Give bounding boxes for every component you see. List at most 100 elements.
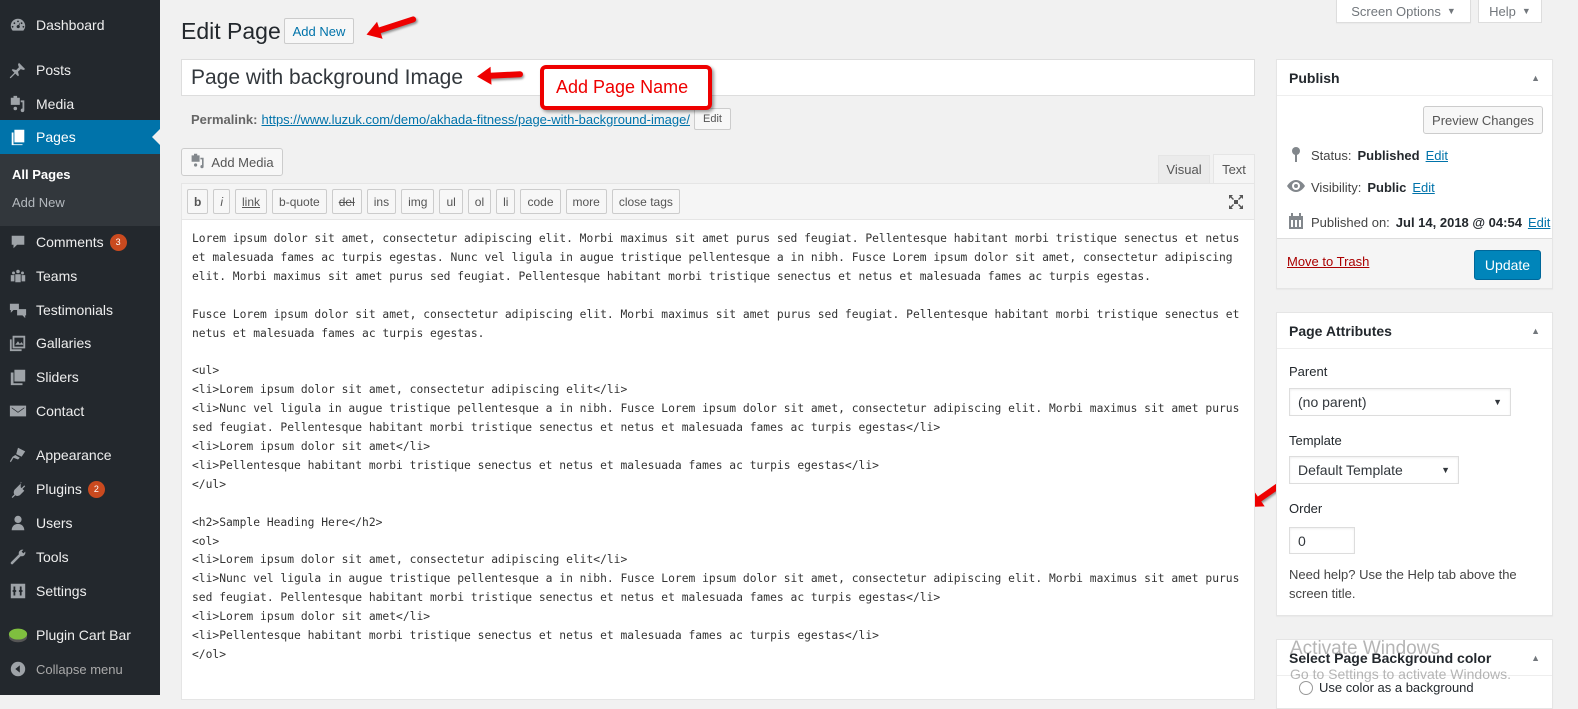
move-to-trash-link[interactable]: Move to Trash [1287,254,1369,269]
use-color-option[interactable]: Use color as a background [1299,680,1474,695]
publish-actions: Move to Trash Update [1277,238,1552,288]
menu-label: Comments [36,234,104,250]
edit-status-link[interactable]: Edit [1426,148,1448,163]
menu-comments[interactable]: Comments 3 [0,225,160,259]
qt-more-button[interactable]: more [565,189,607,214]
edit-date-link[interactable]: Edit [1528,215,1550,230]
groups-icon [8,266,28,286]
dashboard-icon [8,15,28,35]
qt-img-button[interactable]: img [401,189,435,214]
visibility-row: Visibility: Public Edit [1287,180,1435,195]
menu-label: Pages [36,129,76,145]
submenu-all-pages[interactable]: All Pages [12,167,71,182]
submenu-add-new[interactable]: Add New [12,195,65,210]
content-textarea[interactable]: Lorem ipsum dolor sit amet, consectetur … [181,220,1255,700]
annotation-callout: Add Page Name [540,65,712,110]
template-label: Template [1289,433,1342,448]
menu-label: Posts [36,62,72,78]
add-new-button[interactable]: Add New [284,18,354,44]
qt-ul-button[interactable]: ul [439,189,463,214]
gallery-icon [8,333,28,353]
qt-blockquote-button[interactable]: b-quote [272,189,327,214]
menu-sliders[interactable]: Sliders [0,360,160,394]
page-title: Edit Page [181,18,281,44]
radio-button[interactable] [1299,680,1313,695]
parent-select[interactable]: (no parent) ▼ [1289,388,1511,416]
collapse-toggle-icon[interactable]: ▲ [1531,326,1540,336]
menu-pages[interactable]: Pages [0,120,160,154]
menu-contact[interactable]: Contact [0,394,160,428]
post-title-input[interactable] [181,59,1255,96]
qt-code-button[interactable]: code [520,189,561,214]
wrench-icon [8,547,28,567]
preview-changes-button[interactable]: Preview Changes [1423,106,1543,134]
admin-sidebar: Dashboard Posts Media Pages All Pages Ad… [0,0,160,695]
qt-close-tags-button[interactable]: close tags [611,189,680,214]
menu-media[interactable]: Media [0,87,160,121]
qt-italic-button[interactable]: i [213,189,231,214]
page-attributes-box: Page Attributes ▲ Parent (no parent) ▼ Tem… [1276,312,1553,616]
pie-chart-icon [8,625,28,645]
menu-label: Gallaries [36,335,92,351]
menu-appearance[interactable]: Appearance [0,438,160,472]
screen-options-label: Screen Options [1351,3,1441,19]
user-icon [8,513,28,533]
menu-label: Teams [36,268,78,284]
menu-label: Plugins [36,481,82,497]
screen-options-button[interactable]: Screen Options ▼ [1336,0,1471,23]
collapse-toggle-icon[interactable]: ▲ [1531,653,1540,663]
qt-ins-button[interactable]: ins [366,189,397,214]
menu-plugins[interactable]: Plugins 2 [0,472,160,506]
pages-icon [8,127,28,147]
qt-li-button[interactable]: li [496,189,516,214]
edit-visibility-link[interactable]: Edit [1412,180,1434,195]
visibility-value: Public [1367,180,1407,195]
menu-testimonials[interactable]: Testimonials [0,293,160,327]
add-media-button[interactable]: Add Media [181,148,283,176]
tab-visual[interactable]: Visual [1158,155,1210,183]
collapse-menu-button[interactable]: Collapse menu [0,652,160,686]
menu-teams[interactable]: Teams [0,259,160,293]
use-color-label: Use color as a background [1319,680,1474,695]
menu-label: Dashboard [36,17,105,33]
template-select[interactable]: Default Template ▼ [1289,456,1459,484]
tab-text[interactable]: Text [1213,154,1255,184]
menu-users[interactable]: Users [0,506,160,540]
menu-posts[interactable]: Posts [0,53,160,87]
brush-icon [8,445,28,465]
permalink-edit-button[interactable]: Edit [693,108,731,130]
fullscreen-icon[interactable] [1228,194,1244,210]
menu-settings[interactable]: Settings [0,574,160,608]
settings-icon [8,581,28,601]
menu-label: Contact [36,403,85,419]
qt-bold-button[interactable]: b [187,189,209,214]
add-media-label: Add Media [211,154,274,170]
status-label: Status: [1311,148,1352,163]
parent-label: Parent [1289,364,1328,379]
permalink-row: Permalink: https://www.luzuk.com/demo/ak… [191,108,731,130]
media-icon [190,153,206,172]
update-button[interactable]: Update [1474,250,1541,280]
background-color-header[interactable]: Select Page Background color ▲ [1277,640,1552,676]
menu-dashboard[interactable]: Dashboard [0,8,160,42]
collapse-toggle-icon[interactable]: ▲ [1531,73,1540,83]
status-value: Published [1357,148,1420,163]
qt-ol-button[interactable]: ol [467,189,492,214]
qt-link-button[interactable]: link [235,189,268,214]
menu-tools[interactable]: Tools [0,540,160,574]
permalink-url-link[interactable]: https://www.luzuk.com/demo/akhada-fitnes… [261,112,690,127]
publish-box-header[interactable]: Publish ▲ [1277,60,1552,96]
help-button[interactable]: Help ▼ [1478,0,1542,23]
published-value: Jul 14, 2018 @ 04:54 [1395,215,1522,230]
menu-label: Media [36,96,75,112]
menu-label: Plugin Cart Bar [36,627,131,643]
plugins-count-badge: 2 [87,480,105,498]
menu-plugin-cart-bar[interactable]: Plugin Cart Bar [0,618,160,652]
qt-del-button[interactable]: del [331,189,362,214]
background-color-title: Select Page Background color [1289,649,1492,666]
menu-label: Appearance [36,447,112,463]
permalink-label: Permalink: [191,111,258,127]
page-attributes-header[interactable]: Page Attributes ▲ [1277,313,1552,349]
order-input[interactable] [1289,527,1355,554]
menu-gallaries[interactable]: Gallaries [0,326,160,360]
